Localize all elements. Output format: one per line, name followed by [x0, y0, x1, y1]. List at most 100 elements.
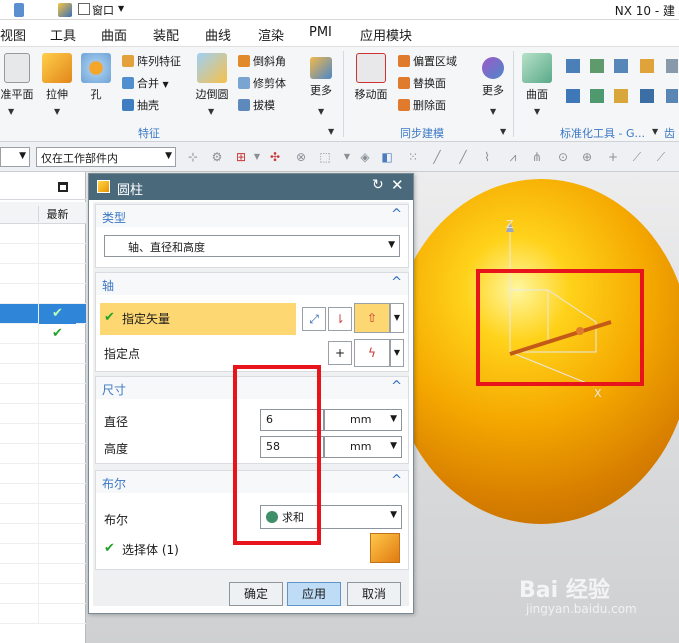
quadrant-icon[interactable]: ⊕	[580, 150, 594, 164]
point-icon[interactable]: ⁙	[406, 150, 420, 164]
type-filter-select[interactable]: ▼	[0, 147, 30, 167]
table-row[interactable]	[0, 504, 86, 524]
trim-body-button[interactable]: 修剪体	[238, 75, 286, 91]
arc-center-icon[interactable]: ⋔	[530, 150, 544, 164]
menu-assembly[interactable]: 装配	[153, 25, 179, 44]
offset-region-button[interactable]: 偏置区域	[398, 53, 457, 69]
part-icon[interactable]	[14, 3, 24, 17]
existing-point-icon[interactable]: +	[606, 150, 620, 164]
point-type-dropdown-icon[interactable]: ▼	[390, 339, 404, 367]
apply-button[interactable]: 应用	[287, 582, 341, 606]
sync-group-expand-icon[interactable]: ▼	[500, 127, 506, 136]
tool-icon[interactable]	[640, 89, 654, 103]
window-menu-dropdown-icon[interactable]: ▼	[118, 4, 124, 13]
collapse-icon[interactable]: ^	[391, 275, 402, 290]
center-icon[interactable]: ⊙	[556, 150, 570, 164]
move-face-button[interactable]: 移动面	[350, 53, 392, 102]
table-row[interactable]	[0, 464, 86, 484]
table-row[interactable]	[0, 284, 86, 304]
menu-pmi[interactable]: PMI	[309, 25, 332, 40]
edge-blend-dropdown-icon[interactable]: ▼	[208, 107, 214, 116]
tool-icon[interactable]	[614, 59, 628, 73]
menu-curve[interactable]: 曲线	[205, 25, 231, 44]
table-row[interactable]	[0, 564, 86, 584]
brush-icon[interactable]	[58, 3, 72, 17]
cancel-button[interactable]: 取消	[347, 582, 401, 606]
more-features-button[interactable]: 更多	[304, 57, 338, 98]
body-icon[interactable]: ◈	[358, 150, 372, 164]
vector-type-icon[interactable]: ⇧	[354, 303, 390, 333]
control-point-icon[interactable]: ⌇	[480, 150, 494, 164]
collapse-icon[interactable]: ^	[391, 379, 402, 394]
extrude-dropdown-icon[interactable]: ▼	[54, 107, 60, 116]
menu-tools[interactable]: 工具	[50, 25, 76, 44]
vector-dialog-icon[interactable]: ⇂	[328, 307, 352, 331]
datum-plane-button[interactable]: 准平面	[0, 53, 34, 102]
standard-tools-expand-icon[interactable]: ▼	[652, 127, 658, 136]
surface-button[interactable]: 曲面	[518, 53, 556, 102]
table-row[interactable]	[0, 484, 86, 504]
table-row[interactable]	[0, 244, 86, 264]
menu-render[interactable]: 渲染	[258, 25, 284, 44]
tool-icon[interactable]	[640, 59, 654, 73]
tool-icon[interactable]	[666, 59, 678, 73]
assembly-select-icon[interactable]: ⚙	[210, 150, 224, 164]
table-row[interactable]	[0, 224, 86, 244]
axis-section-header[interactable]: 轴 ^	[96, 273, 408, 295]
mid-point-icon[interactable]: ╱	[456, 150, 470, 164]
close-icon[interactable]: ✕	[391, 176, 404, 194]
table-row[interactable]	[0, 404, 86, 424]
type-select[interactable]: 轴、直径和高度 ▼	[104, 235, 400, 257]
edge-blend-button[interactable]: 边倒圆	[192, 53, 232, 102]
tool-icon[interactable]	[566, 89, 580, 103]
height-unit-select[interactable]: mm ▼	[324, 436, 402, 458]
type-section-header[interactable]: 类型 ^	[96, 205, 408, 227]
diameter-unit-select[interactable]: mm ▼	[324, 409, 402, 431]
dialog-title-bar[interactable]: 圆柱 ↻ ✕	[89, 174, 413, 200]
unite-button[interactable]: 合并 ▼	[122, 75, 169, 91]
tool-icon[interactable]	[666, 89, 678, 103]
table-row[interactable]	[0, 364, 86, 384]
end-point-icon[interactable]: ╱	[430, 150, 444, 164]
table-row[interactable]	[0, 264, 86, 284]
table-row[interactable]	[0, 344, 86, 364]
vector-type-dropdown-icon[interactable]: ▼	[390, 303, 404, 333]
chamfer-button[interactable]: 倒斜角	[238, 53, 286, 69]
point-on-curve-icon[interactable]: ⟋	[630, 150, 644, 164]
table-row[interactable]	[0, 524, 86, 544]
ok-button[interactable]: 确定	[229, 582, 283, 606]
snap-dropdown-icon[interactable]: ▼	[250, 150, 264, 164]
extrude-button[interactable]: 拉伸	[38, 53, 76, 102]
delete-face-button[interactable]: 删除面	[398, 97, 446, 113]
replace-face-button[interactable]: 替换面	[398, 75, 446, 91]
shell-button[interactable]: 抽壳	[122, 97, 159, 113]
select-body-label[interactable]: 选择体 (1)	[122, 541, 179, 558]
menu-view[interactable]: 视图	[0, 25, 26, 44]
latest-column-header[interactable]: 最新	[38, 206, 76, 222]
collapse-icon[interactable]: ^	[391, 207, 402, 222]
table-row[interactable]	[0, 584, 86, 604]
table-row[interactable]: ✔	[0, 304, 86, 324]
component-icon[interactable]: ◧	[380, 150, 394, 164]
reverse-direction-icon[interactable]: ⤢	[302, 307, 326, 331]
more-sync-dropdown-icon[interactable]: ▼	[490, 107, 496, 116]
tool-icon[interactable]	[614, 89, 628, 103]
pattern-feature-button[interactable]: 阵列特征	[122, 53, 181, 69]
table-row[interactable]	[0, 444, 86, 464]
tool-icon[interactable]	[566, 59, 580, 73]
box-select-dropdown-icon[interactable]: ▼	[340, 150, 354, 164]
tool-icon[interactable]	[590, 89, 604, 103]
surface-dropdown-icon[interactable]: ▼	[534, 107, 540, 116]
point-type-icon[interactable]: ϟ	[354, 339, 390, 367]
table-row[interactable]	[0, 424, 86, 444]
intent-icon[interactable]: ✣	[268, 150, 282, 164]
menu-application[interactable]: 应用模块	[360, 25, 412, 44]
table-row[interactable]	[0, 384, 86, 404]
draft-button[interactable]: 拔模	[238, 97, 275, 113]
maximize-icon[interactable]	[58, 182, 68, 192]
point-on-face-icon[interactable]: ⟋	[654, 150, 668, 164]
table-row[interactable]	[0, 544, 86, 564]
specify-vector-row[interactable]: ✔ 指定矢量	[100, 303, 296, 335]
hole-button[interactable]: 孔	[80, 53, 112, 102]
selection-scope-select[interactable]: 仅在工作部件内 ▼	[36, 147, 176, 167]
